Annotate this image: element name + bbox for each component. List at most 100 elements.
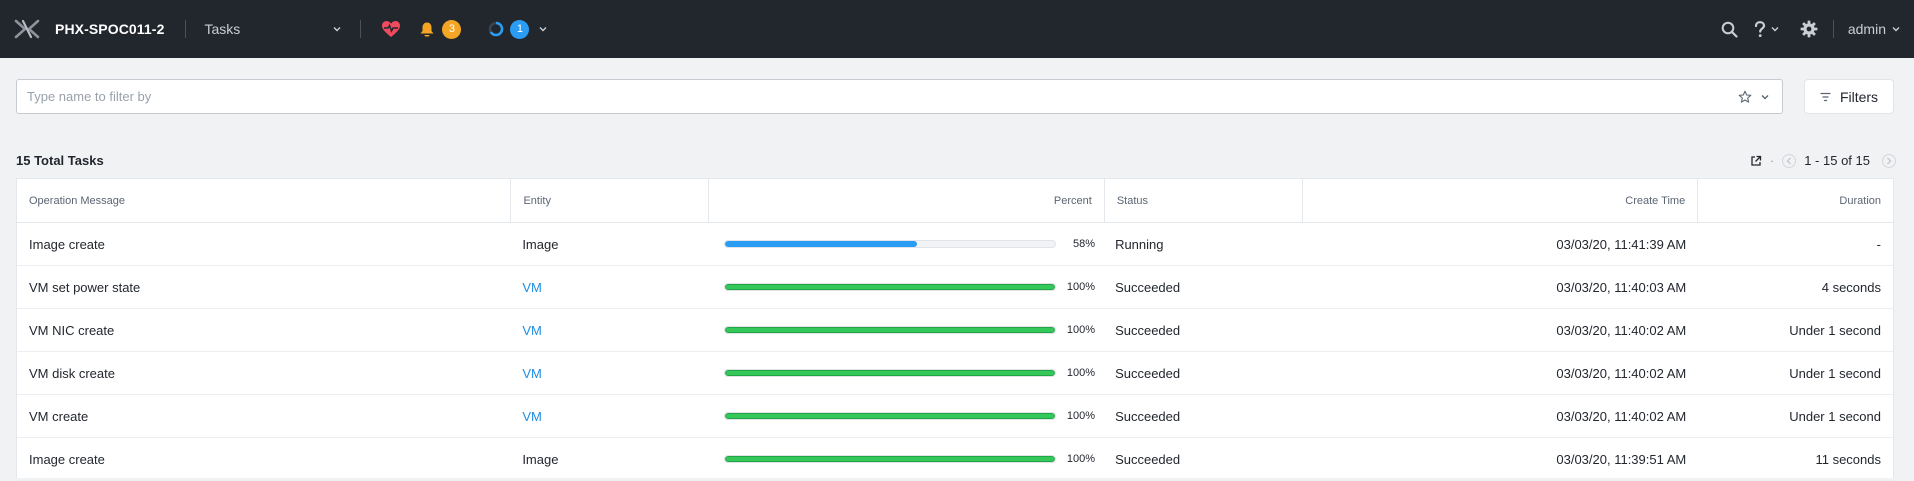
header-tools: admin	[1721, 0, 1914, 58]
entity-link[interactable]: VM	[522, 366, 542, 381]
cluster-name[interactable]: PHX-SPOC011-2	[55, 21, 164, 37]
filter-input[interactable]	[17, 80, 1738, 113]
percent-cell: 100%	[709, 352, 1105, 394]
column-header-percent[interactable]: Percent	[709, 179, 1105, 222]
pager-range: 1 - 15 of 15	[1804, 153, 1870, 168]
percent-label: 100%	[1066, 281, 1096, 293]
percent-cell: 100%	[709, 395, 1105, 437]
duration: 11 seconds	[1815, 451, 1881, 467]
filters-button[interactable]: Filters	[1804, 79, 1894, 114]
chevron-down-icon	[333, 27, 341, 32]
percent-label: 100%	[1066, 324, 1096, 336]
entity-cell: Image	[511, 438, 709, 480]
percent-label: 100%	[1066, 410, 1096, 422]
user-menu[interactable]: admin	[1848, 21, 1901, 37]
filter-bar	[16, 79, 1783, 114]
operation-message: Image create	[29, 236, 105, 252]
chevron-left-icon	[1786, 157, 1792, 164]
entity-cell: VM	[511, 309, 709, 351]
tasks-table: Operation Message Entity Percent Status …	[16, 178, 1894, 481]
chevron-down-icon	[1892, 27, 1900, 32]
tasks-count-badge[interactable]: 1	[510, 19, 530, 39]
table-body: Image create Image 58% Running 03/03/20, 11:…	[17, 223, 1893, 481]
create-time: 03/03/20, 11:39:51 AM	[1556, 451, 1687, 467]
percent-cell: 100%	[709, 266, 1105, 308]
column-header-status[interactable]: Status	[1105, 179, 1303, 222]
entity-cell: VM	[511, 352, 709, 394]
question-icon[interactable]	[1754, 20, 1766, 38]
progress-bar	[724, 283, 1057, 291]
top-nav-bar: PHX-SPOC011-2 Tasks 3 1 admin	[0, 0, 1914, 58]
status-label: Succeeded	[1115, 451, 1181, 467]
progress-bar	[724, 240, 1057, 248]
funnel-icon	[1820, 92, 1831, 101]
nav-entity-selector[interactable]: Tasks	[204, 21, 342, 37]
table-row[interactable]: Image create Image 100% Succeeded 03/03/20, …	[17, 438, 1893, 481]
divider	[1832, 20, 1834, 38]
user-name: admin	[1847, 21, 1886, 37]
percent-cell: 100%	[709, 438, 1105, 480]
progress-bar	[724, 369, 1057, 377]
duration: 4 seconds	[1821, 279, 1881, 295]
percent-label: 58%	[1073, 238, 1096, 250]
percent-label: 100%	[1066, 367, 1096, 379]
table-row[interactable]: VM set power state VM 100% Succeeded 03/03/2…	[17, 266, 1893, 309]
progress-bar-fill	[725, 241, 917, 247]
search-icon[interactable]	[1721, 21, 1738, 38]
gear-icon[interactable]	[1800, 20, 1818, 38]
progress-bar-fill	[725, 370, 1056, 376]
entity-link[interactable]: VM	[522, 280, 542, 295]
nutanix-logo-icon[interactable]	[14, 19, 40, 39]
divider	[185, 20, 187, 38]
operation-message: VM NIC create	[29, 322, 115, 338]
entity-link[interactable]: VM	[522, 409, 542, 424]
table-header: Operation Message Entity Percent Status …	[17, 179, 1893, 223]
next-page-button[interactable]	[1882, 153, 1896, 168]
status-label: Succeeded	[1115, 365, 1181, 381]
spinner-icon[interactable]	[488, 21, 504, 37]
column-header-entity[interactable]: Entity	[511, 179, 710, 222]
create-time: 03/03/20, 11:40:02 AM	[1556, 365, 1687, 381]
pagination: · 1 - 15 of 15	[1750, 153, 1896, 168]
progress-bar	[724, 412, 1057, 420]
entity-label: Image	[522, 451, 559, 467]
status-label: Succeeded	[1115, 322, 1181, 338]
alerts-count-badge[interactable]: 3	[442, 19, 462, 39]
status-label: Running	[1115, 236, 1164, 252]
duration: Under 1 second	[1789, 408, 1881, 424]
create-time: 03/03/20, 11:40:02 AM	[1556, 322, 1687, 338]
progress-bar-fill	[725, 327, 1056, 333]
percent-label: 100%	[1066, 453, 1096, 465]
operation-message: VM disk create	[29, 365, 115, 381]
chevron-down-icon[interactable]	[1760, 92, 1770, 102]
previous-page-button[interactable]	[1782, 153, 1797, 168]
table-row[interactable]: Image create Image 58% Running 03/03/20, 11:…	[17, 223, 1893, 266]
operation-message: Image create	[29, 451, 105, 467]
bell-icon[interactable]	[419, 21, 435, 38]
create-time: 03/03/20, 11:40:03 AM	[1556, 279, 1687, 295]
entity-link[interactable]: VM	[522, 323, 542, 338]
table-row[interactable]: VM NIC create VM 100% Succeeded 03/03/20, 11…	[17, 309, 1893, 352]
status-label: Succeeded	[1115, 408, 1181, 424]
column-header-create-time[interactable]: Create Time	[1303, 179, 1699, 222]
nav-selected-label: Tasks	[204, 21, 241, 37]
table-row[interactable]: VM disk create VM 100% Succeeded 03/03/20, 1…	[17, 352, 1893, 395]
table-row[interactable]: VM create VM 100% Succeeded 03/03/20, 11:40:…	[17, 395, 1893, 438]
star-icon[interactable]	[1738, 90, 1752, 104]
progress-bar-fill	[725, 284, 1056, 290]
external-link-icon[interactable]	[1750, 155, 1762, 167]
create-time: 03/03/20, 11:40:02 AM	[1556, 408, 1687, 424]
duration: Under 1 second	[1789, 365, 1881, 381]
chevron-down-icon[interactable]	[538, 24, 548, 34]
chevron-down-icon[interactable]	[1770, 24, 1780, 34]
entity-label: Image	[522, 236, 559, 252]
duration: -	[1876, 236, 1881, 252]
health-icon[interactable]	[381, 20, 401, 38]
operation-message: VM create	[29, 408, 89, 424]
column-header-operation[interactable]: Operation Message	[17, 179, 512, 222]
entity-cell: Image	[511, 223, 709, 265]
create-time: 03/03/20, 11:41:39 AM	[1556, 236, 1687, 252]
progress-bar-fill	[725, 456, 1056, 462]
progress-bar-fill	[725, 413, 1056, 419]
column-header-duration[interactable]: Duration	[1698, 179, 1893, 222]
